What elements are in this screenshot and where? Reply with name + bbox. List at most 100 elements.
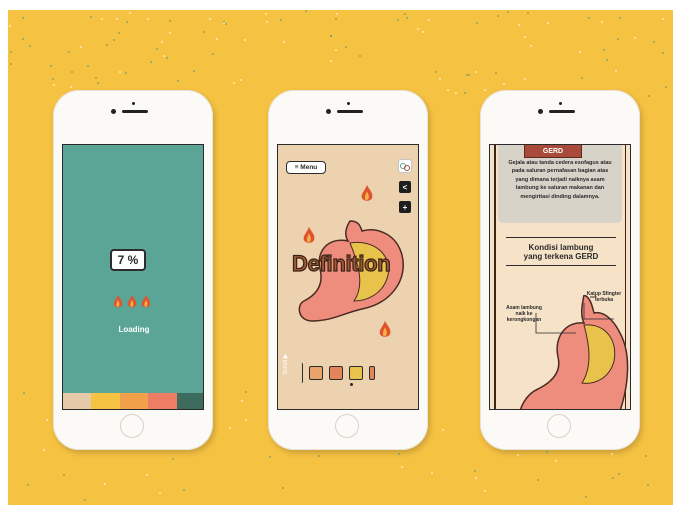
background-speck (265, 21, 268, 24)
background-speck (95, 76, 97, 79)
loading-screen: 7 % Loading (62, 144, 204, 410)
background-speck (438, 78, 441, 81)
background-speck (430, 472, 433, 475)
background-speck (611, 476, 614, 479)
palette-swatch (63, 393, 92, 409)
background-speck (70, 70, 73, 73)
background-speck (243, 39, 246, 42)
background-speck (537, 478, 540, 481)
background-speck (585, 495, 588, 498)
carousel-tile-4[interactable] (369, 366, 375, 380)
background-speck (282, 487, 285, 490)
carousel-tile-3[interactable] (349, 366, 363, 380)
logo-icon[interactable] (398, 159, 412, 173)
background-speck (90, 15, 93, 18)
background-speck (497, 15, 500, 18)
palette-swatch (91, 393, 120, 409)
home-button[interactable] (547, 414, 571, 438)
flame-icon (141, 295, 151, 308)
background-speck (494, 71, 497, 74)
background-speck (145, 473, 148, 476)
background-speck (526, 11, 529, 14)
flame-icon (113, 295, 123, 308)
background-speck (42, 449, 45, 452)
background-speck (400, 465, 403, 468)
background-speck (397, 18, 400, 21)
divider (506, 265, 616, 266)
background-speck (268, 455, 271, 458)
background-speck (70, 85, 72, 88)
background-speck (165, 56, 168, 59)
background-speck (23, 391, 26, 394)
background-speck (240, 399, 243, 402)
background-speck (524, 77, 527, 80)
background-speck (602, 48, 605, 51)
background-speck (455, 91, 458, 94)
plus-icon[interactable]: + (399, 201, 411, 213)
background-speck (171, 458, 174, 461)
background-speck (618, 472, 621, 475)
background-speck (648, 94, 651, 97)
background-speck (647, 484, 650, 487)
background-speck (211, 53, 214, 56)
background-speck (644, 454, 647, 457)
background-speck (417, 28, 420, 31)
background-speck (428, 18, 431, 21)
background-speck (447, 89, 450, 92)
background-speck (115, 17, 118, 20)
carousel-tile-2[interactable] (329, 366, 343, 380)
speaker-grill (337, 110, 363, 113)
background-speck (335, 49, 338, 52)
background-speck (209, 17, 212, 20)
background-speck (463, 91, 466, 94)
carousel-indicator (350, 383, 353, 386)
background-speck (468, 73, 471, 76)
progress-percent: 7 % (110, 249, 146, 271)
menu-button[interactable]: ≡ Menu (286, 161, 326, 174)
speaker-grill (549, 110, 575, 113)
background-speck (611, 452, 613, 455)
background-speck (579, 51, 582, 54)
home-button[interactable] (120, 414, 144, 438)
background-speck (475, 21, 478, 24)
background-speck (475, 476, 478, 479)
background-speck (442, 429, 445, 432)
speaker-grill (122, 110, 148, 113)
chapter-carousel[interactable] (300, 363, 375, 383)
front-camera (326, 109, 331, 114)
home-button[interactable] (335, 414, 359, 438)
share-icon[interactable]: < (399, 181, 411, 193)
carousel-tile-1[interactable] (309, 366, 323, 380)
background-speck (529, 44, 532, 47)
background-speck (507, 10, 510, 13)
background-speck (405, 17, 408, 20)
section-title-line1: Kondisi lambung (528, 243, 594, 252)
background-speck (124, 71, 127, 74)
background-speck (150, 61, 153, 64)
palette-swatch (176, 393, 203, 409)
background-speck (215, 38, 218, 41)
background-speck (83, 499, 86, 502)
background-speck (96, 81, 99, 84)
background-speck (661, 52, 664, 55)
background-speck (63, 474, 66, 477)
background-speck (67, 50, 70, 53)
background-speck (601, 20, 604, 23)
background-speck (334, 18, 337, 21)
background-speck (168, 32, 171, 35)
background-speck (245, 419, 248, 422)
palette-swatch (119, 393, 149, 409)
phone-loading: 7 % Loading (53, 90, 213, 450)
background-speck (159, 492, 161, 495)
background-speck (555, 459, 558, 462)
color-palette-bar (63, 393, 203, 409)
background-speck (29, 45, 32, 48)
loading-label: Loading (118, 325, 150, 334)
background-speck (545, 451, 548, 454)
background-speck (434, 71, 437, 74)
background-speck (581, 77, 584, 80)
background-speck (546, 22, 549, 25)
background-speck (160, 41, 163, 44)
background-speck (8, 24, 11, 27)
background-speck (606, 58, 608, 61)
